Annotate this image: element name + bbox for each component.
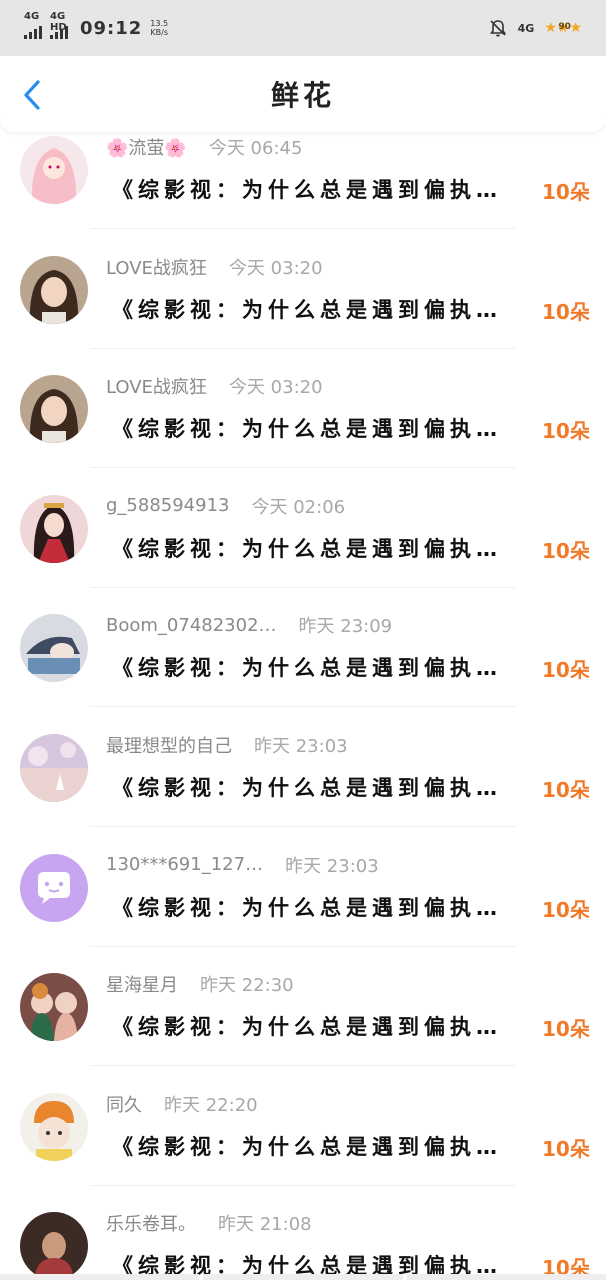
flower-count: 10朵 (542, 1017, 590, 1042)
flower-count: 10朵 (542, 419, 590, 444)
chat-bubble-avatar-icon[interactable] (20, 853, 88, 922)
status-bar: 4G 4G HD 09:12 13.5 KB/s 4G ★★★ 90 (0, 0, 606, 56)
book-title[interactable]: 《综影视：为什么总是遇到偏执… (112, 533, 532, 563)
list-item[interactable]: 星海星月 昨天 22:30 《综影视：为什么总是遇到偏执… 10朵 (0, 969, 606, 1089)
divider (90, 586, 516, 588)
timestamp: 今天 02:06 (251, 496, 346, 518)
bottom-bar (0, 1274, 606, 1280)
list-item[interactable]: 🌸流萤🌸 今天 06:45 《综影视：为什么总是遇到偏执… 10朵 (0, 132, 606, 252)
divider (90, 467, 516, 469)
anime-boy-avatar-icon[interactable] (20, 614, 88, 683)
flower-count: 10朵 (542, 180, 590, 204)
user-name[interactable]: g_588594913 (106, 495, 230, 516)
timestamp: 昨天 21:08 (218, 1214, 312, 1236)
flower-count: 10朵 (542, 299, 590, 324)
divider (90, 1184, 516, 1186)
battery-icon: ★★★ 90 (544, 20, 582, 36)
list-item[interactable]: g_588594913 今天 02:06 《综影视：为什么总是遇到偏执… 10朵 (0, 491, 606, 611)
page-title: 鲜花 (270, 79, 335, 112)
girl-photo-avatar-icon[interactable] (20, 375, 88, 444)
timestamp: 昨天 23:03 (254, 736, 348, 757)
divider (90, 347, 516, 349)
list-item[interactable]: Boom_07482302… 昨天 23:09 《综影视：为什么总是遇到偏执… 10朵 (0, 610, 606, 730)
battery-level: 90 (558, 22, 571, 32)
flower-count: 10朵 (542, 1136, 590, 1161)
book-title[interactable]: 《综影视：为什么总是遇到偏执… (112, 892, 532, 922)
user-name[interactable]: 🌸流萤🌸 (106, 134, 187, 160)
user-name[interactable]: Boom_07482302… (106, 615, 277, 636)
list-item[interactable]: 乐乐卷耳。 昨天 21:08 《综影视：为什么总是遇到偏执… 10朵 (0, 1208, 606, 1280)
list-item[interactable]: LOVE战疯狂 今天 03:20 《综影视：为什么总是遇到偏执… 10朵 (0, 252, 606, 372)
network-type-right: 4G (517, 21, 535, 35)
divider (90, 228, 516, 229)
list-item[interactable]: 130***691_127… 昨天 23:03 《综影视：为什么总是遇到偏执… 10朵 (0, 850, 606, 970)
flower-count: 10朵 (542, 897, 590, 922)
network-type-2: 4G HD (50, 11, 67, 33)
pink-hair-girl-avatar-icon[interactable] (20, 136, 88, 204)
bell-muted-icon (489, 20, 506, 37)
divider (90, 1065, 516, 1067)
user-name[interactable]: 乐乐卷耳。 (106, 1210, 196, 1236)
timestamp: 昨天 22:30 (200, 975, 294, 997)
signal-1-icon: 4G (24, 11, 42, 39)
timestamp: 今天 03:20 (228, 257, 323, 279)
book-title[interactable]: 《综影视：为什么总是遇到偏执… (112, 1011, 532, 1041)
list-item[interactable]: LOVE战疯狂 今天 03:20 《综影视：为什么总是遇到偏执… 10朵 (0, 371, 606, 491)
girl-photo-avatar-icon[interactable] (20, 255, 88, 324)
timestamp: 今天 06:45 (208, 138, 303, 159)
divider (90, 706, 516, 708)
back-arrow-icon[interactable] (18, 78, 48, 112)
flower-count: 10朵 (542, 538, 590, 563)
signal-2-icon: 4G HD (50, 11, 68, 39)
book-title[interactable]: 《综影视：为什么总是遇到偏执… (112, 174, 532, 204)
user-name[interactable]: LOVE战疯狂 (106, 373, 207, 399)
book-title[interactable]: 《综影视：为什么总是遇到偏执… (112, 772, 532, 802)
timestamp: 昨天 23:03 (285, 855, 379, 877)
flower-list: 🌸流萤🌸 今天 06:45 《综影视：为什么总是遇到偏执… 10朵 LOVE战疯狂 今天 … (0, 132, 606, 1280)
user-name[interactable]: 最理想型的自己 (106, 732, 232, 758)
list-item[interactable]: 同久 昨天 22:20 《综影视：为什么总是遇到偏执… 10朵 (0, 1089, 606, 1209)
status-time: 09:12 (80, 17, 143, 39)
book-title[interactable]: 《综影视：为什么总是遇到偏执… (112, 413, 532, 443)
header: 鲜花 (0, 56, 606, 132)
user-name[interactable]: 同久 (106, 1091, 142, 1117)
book-title[interactable]: 《综影视：为什么总是遇到偏执… (112, 1131, 532, 1161)
timestamp: 昨天 23:09 (298, 616, 393, 638)
dark-photo-avatar-icon[interactable] (20, 1212, 88, 1280)
timestamp: 今天 03:20 (228, 377, 323, 399)
user-name[interactable]: 星海星月 (106, 971, 178, 997)
divider (90, 826, 516, 827)
orange-hat-girl-avatar-icon[interactable] (20, 1092, 88, 1161)
two-girls-avatar-icon[interactable] (20, 973, 88, 1042)
sky-scene-avatar-icon[interactable] (20, 734, 88, 802)
book-title[interactable]: 《综影视：为什么总是遇到偏执… (112, 652, 532, 682)
flower-count: 10朵 (542, 658, 590, 683)
flower-count: 10朵 (542, 778, 590, 802)
hanfu-girl-avatar-icon[interactable] (20, 494, 88, 563)
book-title[interactable]: 《综影视：为什么总是遇到偏执… (112, 294, 532, 324)
network-type-1: 4G (24, 11, 40, 22)
list-item[interactable]: 最理想型的自己 昨天 23:03 《综影视：为什么总是遇到偏执… 10朵 (0, 730, 606, 850)
user-name[interactable]: 130***691_127… (106, 854, 263, 875)
timestamp: 昨天 22:20 (164, 1094, 258, 1116)
network-speed: 13.5 KB/s (150, 19, 169, 37)
user-name[interactable]: LOVE战疯狂 (106, 254, 207, 280)
divider (90, 945, 516, 947)
